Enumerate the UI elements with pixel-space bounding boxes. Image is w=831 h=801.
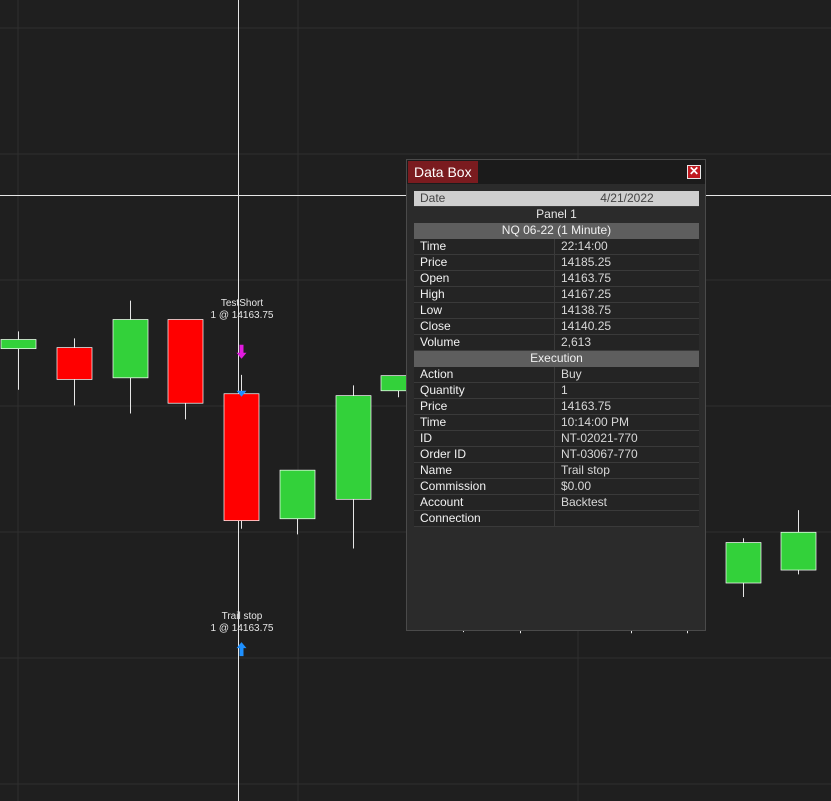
execution-field-label: ID xyxy=(414,431,555,446)
bar-field-label: High xyxy=(414,287,555,302)
execution-field-value: NT-02021-770 xyxy=(555,431,699,446)
execution-field-label: Price xyxy=(414,399,555,414)
candle-body-down xyxy=(223,393,260,522)
bar-field-value: 2,613 xyxy=(555,335,699,350)
bar-field-value: 22:14:00 xyxy=(555,239,699,254)
execution-field-row: Price 14163.75 xyxy=(414,399,699,415)
data-box-window[interactable]: Data Box ✕ Date 4/21/2022 Panel 1 NQ 06-… xyxy=(406,159,706,631)
candle-body-up xyxy=(112,319,149,379)
bar-field-label: Volume xyxy=(414,335,555,350)
entry-marker-name: TestShort xyxy=(221,298,263,309)
execution-values: Action Buy Quantity 1 Price 14163.75 Time 10:14… xyxy=(414,367,699,527)
bar-field-label: Low xyxy=(414,303,555,318)
execution-field-label: Name xyxy=(414,463,555,478)
candle[interactable] xyxy=(112,300,149,414)
candle[interactable] xyxy=(780,510,817,575)
date-value: 4/21/2022 xyxy=(555,191,699,206)
candle[interactable] xyxy=(56,338,93,406)
execution-field-value: Backtest xyxy=(555,495,699,510)
entry-marker-detail: 1 @ 14163.75 xyxy=(211,310,274,321)
execution-field-label: Order ID xyxy=(414,447,555,462)
bar-field-value: 14167.25 xyxy=(555,287,699,302)
bar-field-value: 14140.25 xyxy=(555,319,699,334)
execution-field-label: Connection xyxy=(414,511,555,526)
bar-field-row: Time 22:14:00 xyxy=(414,239,699,255)
data-box-table: Date 4/21/2022 Panel 1 NQ 06-22 (1 Minut… xyxy=(414,191,699,527)
data-box-header[interactable]: Data Box ✕ xyxy=(407,160,705,184)
data-box-title[interactable]: Data Box xyxy=(408,161,478,183)
exit-marker-name: Trail stop xyxy=(222,611,263,622)
execution-field-value: Buy xyxy=(555,367,699,382)
panel-header: Panel 1 xyxy=(414,207,699,223)
candle[interactable] xyxy=(223,374,260,529)
candle[interactable] xyxy=(335,385,372,549)
candle[interactable] xyxy=(0,331,37,390)
execution-field-row: Account Backtest xyxy=(414,495,699,511)
bar-field-label: Open xyxy=(414,271,555,286)
execution-field-label: Commission xyxy=(414,479,555,494)
execution-field-label: Action xyxy=(414,367,555,382)
candle-body-up xyxy=(780,531,817,571)
date-label: Date xyxy=(414,191,555,206)
execution-field-row: Name Trail stop xyxy=(414,463,699,479)
execution-field-value: 1 xyxy=(555,383,699,398)
bar-field-label: Close xyxy=(414,319,555,334)
execution-field-label: Quantity xyxy=(414,383,555,398)
bar-values: Time 22:14:00 Price 14185.25 Open 14163.75 Hig… xyxy=(414,239,699,351)
candle[interactable] xyxy=(279,469,316,535)
execution-field-value: NT-03067-770 xyxy=(555,447,699,462)
date-row: Date 4/21/2022 xyxy=(414,191,699,207)
bar-field-row: Volume 2,613 xyxy=(414,335,699,351)
candle-body-up xyxy=(725,542,762,584)
execution-field-row: Time 10:14:00 PM xyxy=(414,415,699,431)
execution-field-row: Commission $0.00 xyxy=(414,479,699,495)
execution-field-label: Time xyxy=(414,415,555,430)
close-icon[interactable]: ✕ xyxy=(687,165,701,179)
candle-body-down xyxy=(56,347,93,380)
bar-field-row: High 14167.25 xyxy=(414,287,699,303)
execution-field-value: 14163.75 xyxy=(555,399,699,414)
execution-field-value: $0.00 xyxy=(555,479,699,494)
execution-field-row: Order ID NT-03067-770 xyxy=(414,447,699,463)
bar-field-label: Time xyxy=(414,239,555,254)
execution-field-value xyxy=(555,511,699,526)
exit-marker-detail: 1 @ 14163.75 xyxy=(211,623,274,634)
bar-field-row: Close 14140.25 xyxy=(414,319,699,335)
bar-field-label: Price xyxy=(414,255,555,270)
execution-field-label: Account xyxy=(414,495,555,510)
candle[interactable] xyxy=(725,538,762,598)
execution-field-row: ID NT-02021-770 xyxy=(414,431,699,447)
bar-field-value: 14163.75 xyxy=(555,271,699,286)
instrument-header: NQ 06-22 (1 Minute) xyxy=(414,223,699,239)
bar-field-value: 14185.25 xyxy=(555,255,699,270)
candle-body-up xyxy=(0,339,37,350)
candle-body-down xyxy=(167,319,204,404)
candle[interactable] xyxy=(167,319,204,420)
bar-field-row: Low 14138.75 xyxy=(414,303,699,319)
execution-field-value: 10:14:00 PM xyxy=(555,415,699,430)
execution-field-row: Quantity 1 xyxy=(414,383,699,399)
execution-field-value: Trail stop xyxy=(555,463,699,478)
execution-header: Execution xyxy=(414,351,699,367)
candle-body-up xyxy=(335,395,372,500)
bar-field-row: Open 14163.75 xyxy=(414,271,699,287)
execution-field-row: Action Buy xyxy=(414,367,699,383)
candle-body-up xyxy=(279,469,316,520)
bar-field-row: Price 14185.25 xyxy=(414,255,699,271)
bar-field-value: 14138.75 xyxy=(555,303,699,318)
execution-field-row: Connection xyxy=(414,511,699,527)
